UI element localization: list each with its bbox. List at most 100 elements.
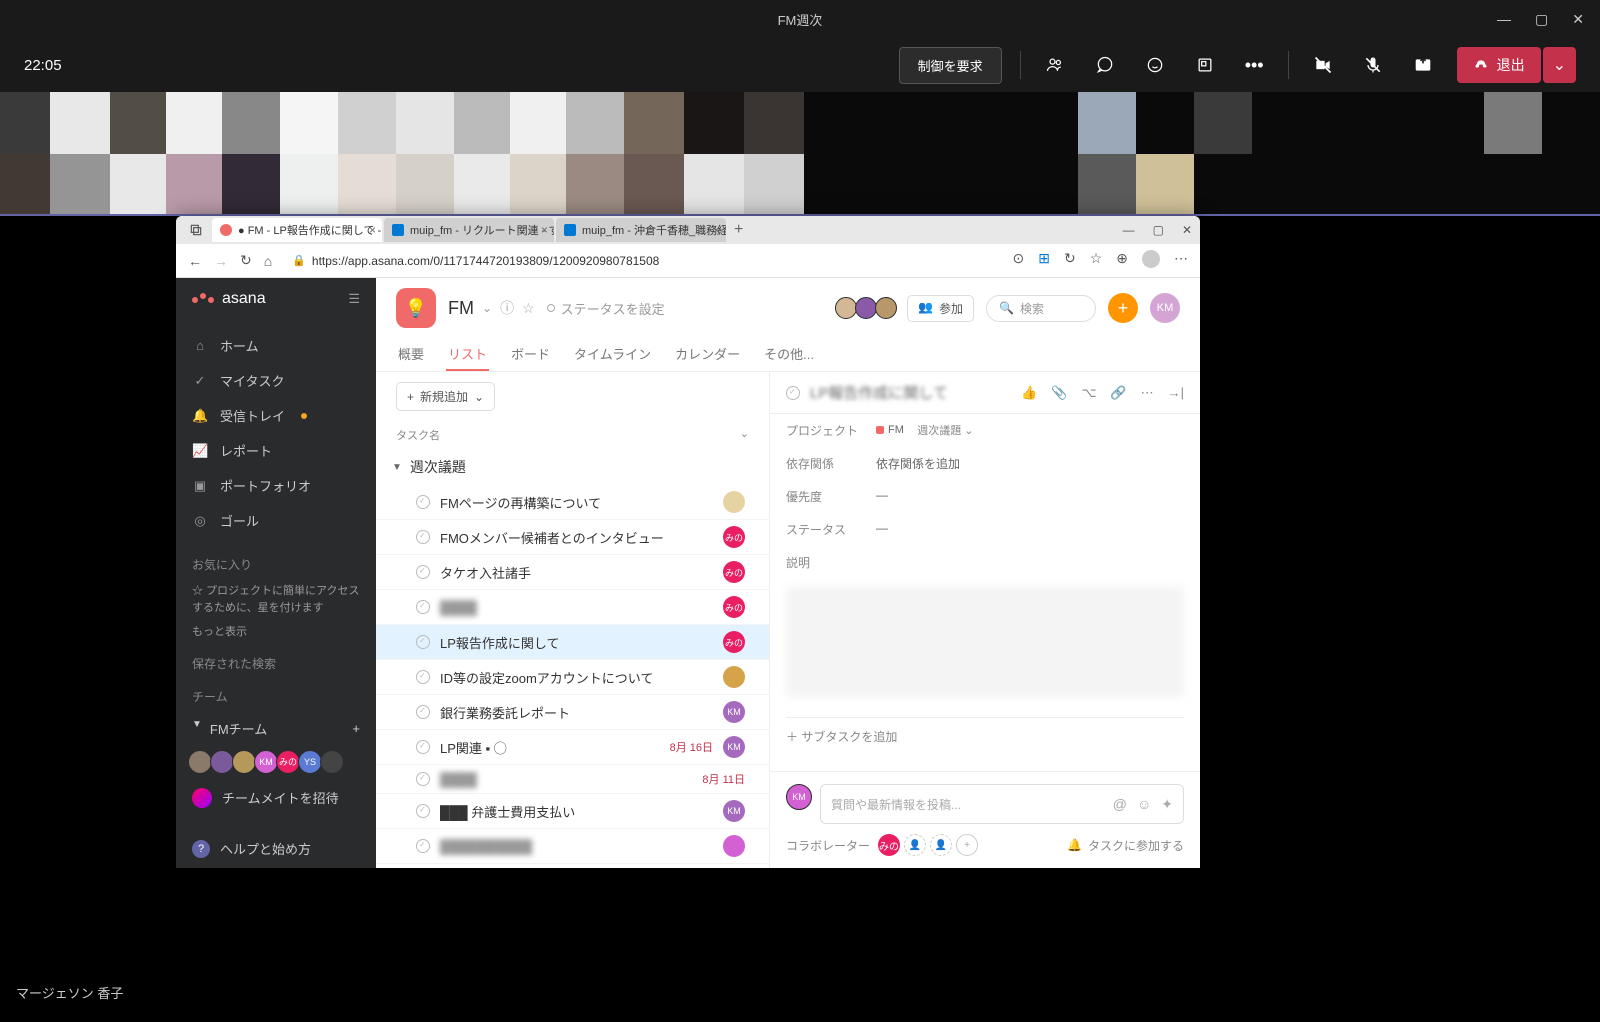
- add-dependency[interactable]: 依存関係を追加: [876, 455, 960, 472]
- back-icon[interactable]: ←: [188, 253, 202, 269]
- close-tab-icon[interactable]: ×: [713, 223, 720, 237]
- collaborator-slot[interactable]: 👤: [930, 834, 952, 856]
- search-input[interactable]: 🔍検索: [986, 295, 1096, 322]
- favorites-icon[interactable]: ☆: [1090, 250, 1103, 271]
- star-icon[interactable]: ☆: [522, 300, 535, 317]
- close-tab-icon[interactable]: ×: [541, 223, 548, 237]
- assignee-avatar[interactable]: みの: [723, 631, 745, 653]
- task-row[interactable]: LP関連 ▪ ◯8月 16日KM: [376, 730, 769, 765]
- task-row[interactable]: LP報告作成に関してみの: [376, 625, 769, 660]
- sidebar-toggle-icon[interactable]: ☰: [348, 291, 360, 307]
- section-pill[interactable]: 週次議題 ⌄: [917, 425, 973, 437]
- task-check-icon[interactable]: [416, 565, 430, 579]
- browser-maximize-icon[interactable]: ▢: [1153, 223, 1164, 237]
- reactions-icon[interactable]: [1139, 49, 1171, 81]
- assignee-avatar[interactable]: [723, 835, 745, 857]
- mention-icon[interactable]: @: [1113, 796, 1127, 813]
- task-check-icon[interactable]: [416, 670, 430, 684]
- camera-off-icon[interactable]: [1307, 49, 1339, 81]
- task-check-icon[interactable]: [416, 600, 430, 614]
- task-row[interactable]: ████8月 11日: [376, 765, 769, 794]
- address-bar[interactable]: 🔒 https://app.asana.com/0/11717447201938…: [284, 250, 1000, 272]
- task-row[interactable]: ██████████: [376, 829, 769, 864]
- assignee-avatar[interactable]: [723, 491, 745, 513]
- tab-calendar[interactable]: カレンダー: [673, 338, 742, 371]
- leave-chevron[interactable]: ⌄: [1543, 47, 1576, 83]
- browser-tab-3[interactable]: muip_fm - 沖倉千香穂_職務経... ×: [556, 218, 726, 242]
- priority-value[interactable]: —: [876, 488, 888, 505]
- task-check-icon[interactable]: [416, 772, 430, 786]
- task-detail-title[interactable]: LP報告作成に関して: [810, 382, 1011, 403]
- add-collaborator[interactable]: +: [956, 834, 978, 856]
- complete-check-icon[interactable]: [786, 386, 800, 400]
- task-check-icon[interactable]: [416, 705, 430, 719]
- project-title[interactable]: FM ⌄ ⓘ ☆: [448, 298, 535, 319]
- sidebar-item-home[interactable]: ⌂ホーム: [176, 328, 376, 363]
- sidebar-item-goals[interactable]: ◎ゴール: [176, 503, 376, 538]
- subtask-icon[interactable]: ⌥: [1081, 385, 1096, 401]
- sidebar-item-mytasks[interactable]: ✓マイタスク: [176, 363, 376, 398]
- add-task-button[interactable]: + 新規追加 ⌄: [396, 382, 495, 411]
- set-status[interactable]: ステータスを設定: [547, 299, 665, 318]
- chevron-down-icon[interactable]: ⌄: [482, 301, 492, 315]
- menu-icon[interactable]: ⋯: [1174, 250, 1188, 271]
- rooms-icon[interactable]: [1189, 49, 1221, 81]
- share-icon[interactable]: [1407, 49, 1439, 81]
- new-tab-button[interactable]: +: [734, 221, 743, 239]
- invite-teammates[interactable]: チームメイトを招待: [176, 778, 376, 818]
- tab-board[interactable]: ボード: [509, 338, 552, 371]
- project-pill[interactable]: FM: [876, 424, 904, 436]
- task-check-icon[interactable]: [416, 530, 430, 544]
- quick-add-button[interactable]: +: [1108, 293, 1138, 323]
- status-value[interactable]: —: [876, 521, 888, 538]
- show-more-link[interactable]: もっと表示: [176, 620, 376, 645]
- apps-icon[interactable]: ⊞: [1038, 250, 1050, 271]
- task-check-icon[interactable]: [416, 839, 430, 853]
- refresh-icon[interactable]: ↻: [240, 252, 252, 269]
- close-icon[interactable]: ✕: [1572, 11, 1584, 28]
- collaborator-avatar[interactable]: みの: [878, 834, 900, 856]
- assignee-avatar[interactable]: KM: [723, 701, 745, 723]
- link-icon[interactable]: 🔗: [1110, 385, 1126, 401]
- assignee-avatar[interactable]: みの: [723, 561, 745, 583]
- comment-input[interactable]: 質問や最新情報を投稿... @ ☺ ✦: [820, 784, 1184, 824]
- assignee-avatar[interactable]: みの: [723, 526, 745, 548]
- task-row[interactable]: 銀行業務委託レポートKM: [376, 695, 769, 730]
- close-detail-icon[interactable]: →|: [1168, 385, 1184, 401]
- user-avatar[interactable]: KM: [1150, 293, 1180, 323]
- assignee-avatar[interactable]: [723, 666, 745, 688]
- task-check-icon[interactable]: [416, 740, 430, 754]
- task-check-icon[interactable]: [416, 635, 430, 649]
- sidebar-item-reports[interactable]: 📈レポート: [176, 433, 376, 468]
- browser-minimize-icon[interactable]: —: [1123, 223, 1135, 237]
- home-icon[interactable]: ⌂: [264, 253, 272, 269]
- asana-logo[interactable]: asana: [192, 290, 266, 308]
- add-team-icon[interactable]: +: [352, 721, 360, 736]
- browser-tab-2[interactable]: muip_fm - リクルート関連 - すべて... ×: [384, 218, 554, 242]
- profile-icon[interactable]: [1142, 250, 1160, 271]
- tab-timeline[interactable]: タイムライン: [572, 338, 653, 371]
- browser-close-icon[interactable]: ✕: [1182, 223, 1192, 237]
- task-check-icon[interactable]: [416, 804, 430, 818]
- read-aloud-icon[interactable]: ⊙: [1013, 250, 1025, 271]
- follow-task-button[interactable]: 🔔タスクに参加する: [1067, 837, 1184, 854]
- chat-icon[interactable]: [1089, 49, 1121, 81]
- sync-icon[interactable]: ↻: [1064, 250, 1076, 271]
- more-icon[interactable]: ⋯: [1141, 385, 1154, 401]
- task-row[interactable]: ███ 弁護士費用支払いKM: [376, 794, 769, 829]
- sidebar-item-portfolio[interactable]: ▣ポートフォリオ: [176, 468, 376, 503]
- task-row[interactable]: ID等の設定zoomアカウントについて: [376, 660, 769, 695]
- help-link[interactable]: ? ヘルプと始め方: [176, 829, 327, 868]
- browser-tab-1[interactable]: ● FM - LP報告作成に関して - Asa... ×: [212, 218, 382, 242]
- maximize-icon[interactable]: ▢: [1535, 11, 1548, 28]
- tab-overview[interactable]: 概要: [396, 338, 426, 371]
- people-icon[interactable]: [1039, 49, 1071, 81]
- collaborator-slot[interactable]: 👤: [904, 834, 926, 856]
- task-check-icon[interactable]: [416, 495, 430, 509]
- minimize-icon[interactable]: —: [1497, 11, 1511, 28]
- close-tab-icon[interactable]: ×: [369, 223, 376, 237]
- appreciation-icon[interactable]: ✦: [1161, 796, 1173, 813]
- add-subtask-button[interactable]: ＋ サブタスクを追加: [786, 717, 1184, 755]
- attachment-icon[interactable]: 📎: [1051, 385, 1067, 401]
- info-icon[interactable]: ⓘ: [500, 298, 514, 318]
